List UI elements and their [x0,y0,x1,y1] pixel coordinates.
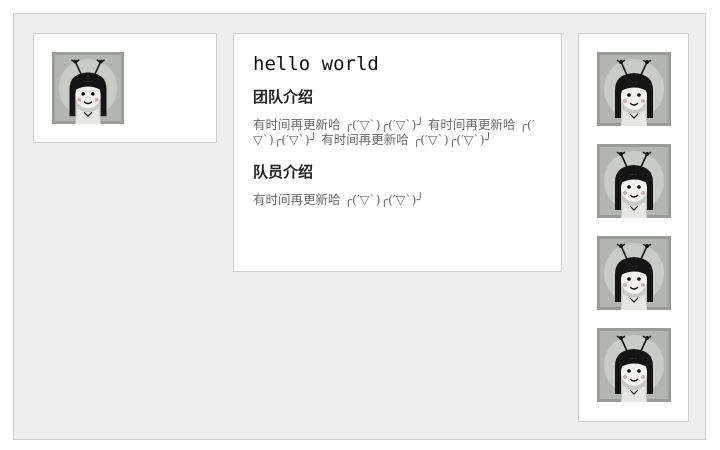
member-avatar-icon [597,328,671,402]
intro-panel: hello world 团队介绍 有时间再更新哈 ╭(′▽`)╭(′▽`)╯ 有… [233,33,562,272]
team-intro-text: 有时间再更新哈 ╭(′▽`)╭(′▽`)╯ 有时间再更新哈 ╭(′▽`)╭(′▽… [253,117,535,147]
member-intro-heading: 队员介绍 [253,163,314,181]
member-avatar-icon [597,236,671,310]
avatar-icon [52,52,124,124]
member-avatar-icon [597,144,671,218]
app-frame: hello world 团队介绍 有时间再更新哈 ╭(′▽`)╭(′▽`)╯ 有… [13,13,706,440]
team-intro-heading: 团队介绍 [253,88,314,106]
page-title: hello world [253,53,379,75]
member-avatar-icon [597,52,671,126]
member-avatars-panel [578,33,689,422]
left-profile-panel [33,33,217,143]
member-intro-text: 有时间再更新哈 ╭(′▽`)╭(′▽`)╯ [253,192,424,207]
